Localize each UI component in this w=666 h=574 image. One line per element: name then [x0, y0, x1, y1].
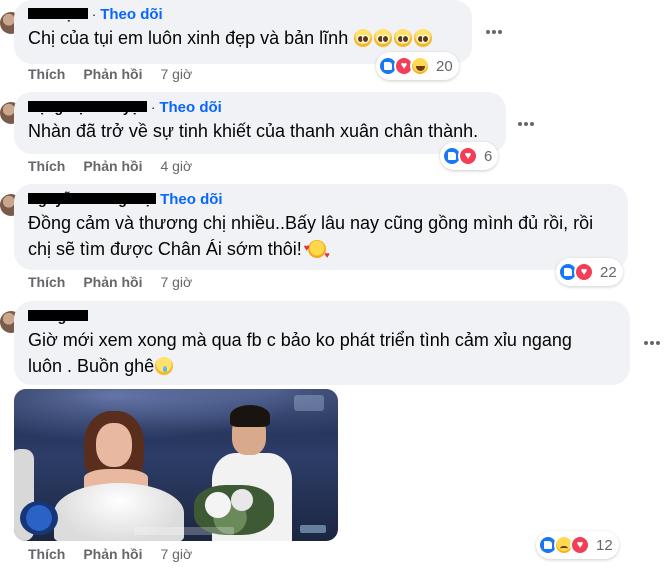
more-options-button[interactable]	[482, 20, 506, 44]
comment-text: Chị của tụi em luôn xinh đẹp và bản lĩnh	[28, 25, 458, 51]
author-name[interactable]: Đặng Hạnh Luyện	[28, 99, 148, 115]
comment-text: Đồng cảm và thương chị nhiều..Bấy lâu na…	[28, 210, 614, 268]
love-reaction-icon	[458, 146, 478, 166]
more-options-button[interactable]	[640, 331, 664, 355]
pleading-face-icon	[354, 29, 373, 47]
redaction-bar	[28, 8, 88, 19]
haha-reaction-icon	[410, 56, 430, 76]
more-horizontal-icon	[644, 341, 648, 345]
timestamp[interactable]: 7 giờ	[160, 546, 192, 562]
separator-dot: ·	[91, 6, 97, 22]
timestamp[interactable]: 4 giờ	[160, 158, 192, 174]
reaction-count: 20	[436, 57, 453, 75]
redaction-bar	[28, 193, 157, 204]
author-name[interactable]: Trang Ca	[28, 308, 88, 324]
reaction-summary[interactable]: 20	[376, 52, 459, 80]
separator-dot: ·	[151, 99, 156, 115]
redaction-bar	[28, 310, 88, 321]
like-button[interactable]: Thích	[28, 66, 65, 82]
comment-actions: Thích Phản hồi 4 giờ	[28, 158, 192, 174]
reply-button[interactable]: Phản hồi	[83, 66, 142, 82]
woman-figure	[54, 411, 184, 541]
comment-bubble: Nguyễn Hoàng Việt Theo dõi Đồng cảm và t…	[14, 184, 628, 270]
follow-button[interactable]: Theo dõi	[159, 99, 222, 116]
author-row: Vũ Thịnh · Theo dõi	[28, 5, 458, 23]
comment-bubble: Trang Ca Giờ mới xem xong mà qua fb c bả…	[14, 301, 630, 385]
love-reaction-icon	[574, 262, 594, 282]
comment-text-line: chị sẽ tìm được Chân Ái sớm thôi!	[28, 236, 614, 268]
author-row: Trang Ca	[28, 307, 616, 325]
pleading-face-icon	[414, 29, 433, 47]
like-button[interactable]: Thích	[28, 274, 65, 290]
comment-text-line: Giờ mới xem xong mà qua fb c bảo ko phát…	[28, 330, 572, 350]
reaction-count: 6	[484, 147, 493, 165]
more-horizontal-icon	[518, 122, 522, 126]
comment-text: Nhàn đã trở về sự tinh khiết của thanh x…	[28, 121, 479, 141]
comment-actions: Thích Phản hồi 7 giờ	[28, 274, 192, 290]
comment-text: Giờ mới xem xong mà qua fb c bảo ko phát…	[28, 327, 616, 379]
pleading-face-icon	[374, 29, 393, 47]
timestamp[interactable]: 7 giờ	[160, 66, 192, 82]
author-name[interactable]: Nguyễn Hoàng Việt	[28, 191, 157, 207]
comment-bubble: Đặng Hạnh Luyện · Theo dõi Nhàn đã trở v…	[14, 92, 506, 154]
comment-text-line: Đồng cảm và thương chị nhiều..Bấy lâu na…	[28, 213, 594, 233]
redaction-bar	[28, 101, 148, 112]
reply-button[interactable]: Phản hồi	[83, 158, 142, 174]
more-options-button[interactable]	[514, 112, 538, 136]
author-row: Đặng Hạnh Luyện · Theo dõi	[28, 98, 492, 116]
love-reaction-icon	[570, 535, 590, 555]
author-row: Nguyễn Hoàng Việt Theo dõi	[28, 190, 614, 208]
comment-photo[interactable]	[14, 389, 338, 541]
more-horizontal-icon	[486, 30, 490, 34]
follow-button[interactable]: Theo dõi	[160, 191, 223, 208]
comment-text-line: luôn . Buồn ghê	[28, 353, 616, 379]
channel-watermark-icon	[300, 525, 326, 533]
caption-bar	[134, 527, 234, 535]
author-name[interactable]: Vũ Thịnh	[28, 6, 88, 22]
reaction-count: 22	[600, 263, 617, 281]
sad-but-relieved-face-icon	[155, 357, 174, 375]
like-button[interactable]: Thích	[28, 546, 65, 562]
comment-actions: Thích Phản hồi 7 giờ	[28, 546, 192, 562]
reaction-count: 12	[596, 536, 613, 554]
reaction-summary[interactable]: 6	[440, 142, 499, 170]
reaction-summary[interactable]: 22	[556, 258, 623, 286]
smiling-face-with-hearts-icon	[304, 236, 330, 268]
like-button[interactable]: Thích	[28, 158, 65, 174]
reply-button[interactable]: Phản hồi	[83, 274, 142, 290]
channel-logo-icon	[294, 395, 324, 411]
pleading-face-icon	[394, 29, 413, 47]
comment-actions: Thích Phản hồi 7 giờ	[28, 66, 192, 82]
follow-button[interactable]: Theo dõi	[100, 6, 163, 23]
reaction-summary[interactable]: 12	[536, 531, 619, 559]
show-logo-icon	[20, 501, 58, 535]
timestamp[interactable]: 7 giờ	[160, 274, 192, 290]
reply-button[interactable]: Phản hồi	[83, 546, 142, 562]
